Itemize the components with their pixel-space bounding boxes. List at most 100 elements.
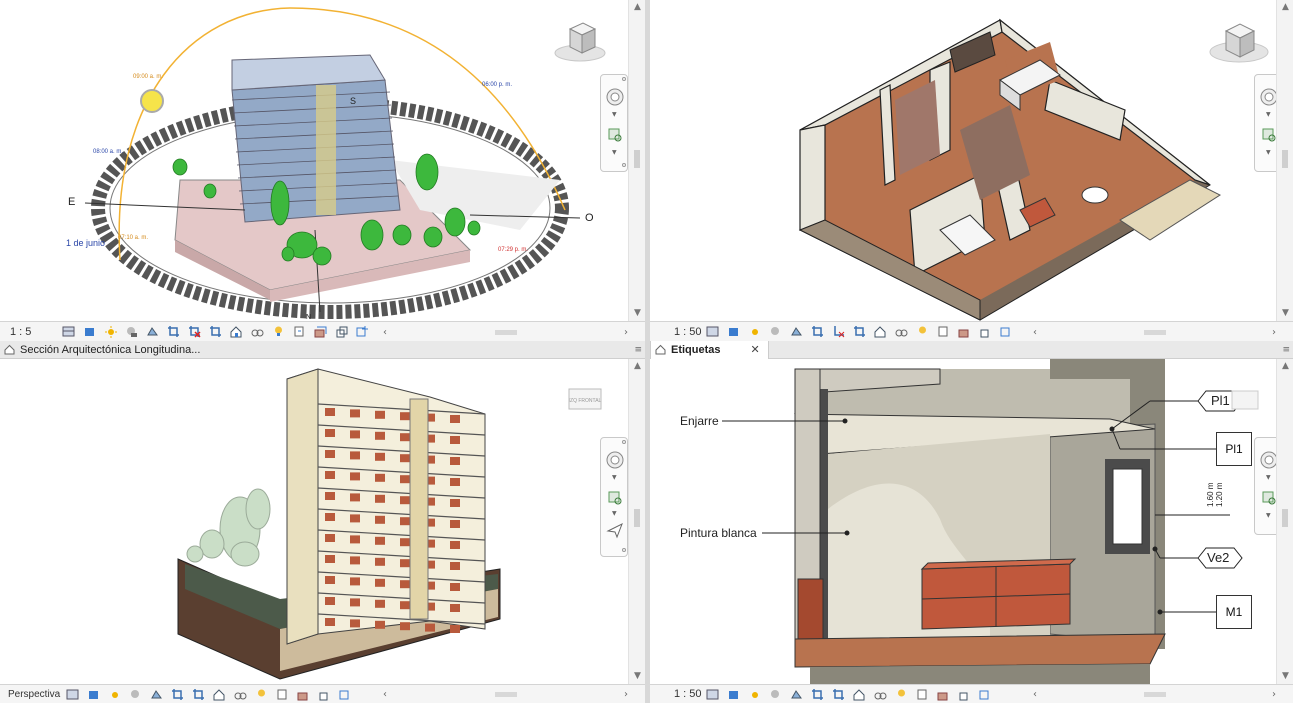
horizontal-scrollbar-top-right[interactable]: ‹ › [1033,325,1276,339]
hide-crop-icon[interactable] [832,325,845,338]
vertical-scrollbar-bottom-right[interactable]: ▲ ▼ [1276,359,1293,684]
visual-style-icon[interactable] [727,325,740,338]
crop-icon[interactable] [811,688,824,701]
analysis-icon[interactable] [314,325,327,338]
hide-crop-icon[interactable] [832,688,845,701]
navigation-bar[interactable]: ▼ ▼ [600,437,628,557]
temp-hide-icon[interactable] [209,325,222,338]
highlight-icon[interactable] [916,688,929,701]
vertical-scrollbar-top-right[interactable]: ▲ ▼ [1276,0,1293,321]
lightbulb-icon[interactable] [255,688,268,701]
horizontal-scrollbar-bottom-right[interactable]: ‹ › [1033,687,1276,701]
reveal-icon[interactable] [213,688,226,701]
shadows-icon[interactable] [129,688,142,701]
shadows-icon[interactable] [769,688,782,701]
tag-m1[interactable]: M1 [1216,595,1252,629]
viewport-top-left[interactable]: 09:00 a. m. 08:00 a. m. 07:10 a. m. 06:0… [0,0,645,321]
viewport-bottom-right[interactable]: Enjarre Pintura blanca Pl1 Pl1 Ve2 M1 1.… [650,359,1276,684]
render-icon[interactable] [146,325,159,338]
steering-wheel-icon[interactable] [605,87,625,107]
view-scale[interactable]: Perspectiva [0,689,66,700]
highlight-icon[interactable] [937,325,950,338]
render-icon[interactable] [150,688,163,701]
crop-icon[interactable] [811,325,824,338]
steering-wheel-icon[interactable] [1259,450,1276,470]
shadows-icon[interactable] [125,325,138,338]
worksharing-icon[interactable] [874,688,887,701]
crop-icon[interactable] [167,325,180,338]
tab-seccion[interactable]: Sección Arquitectónica Longitudina... [0,341,208,359]
sun-path-icon[interactable] [748,688,761,701]
lightbulb-icon[interactable] [272,325,285,338]
visual-style-icon[interactable] [727,688,740,701]
view-scale[interactable]: 1 : 50 [650,688,706,700]
detail-level-icon[interactable] [62,325,75,338]
visual-style-icon[interactable] [83,325,96,338]
analysis-icon[interactable] [958,325,971,338]
sun-path-icon[interactable] [748,325,761,338]
tab-close-icon[interactable]: ✕ [751,343,760,356]
visual-style-icon[interactable] [87,688,100,701]
zoom-region-icon[interactable] [605,125,625,145]
reveal-icon[interactable] [874,325,887,338]
reveal-icon[interactable] [230,325,243,338]
sun-path-icon[interactable] [104,325,117,338]
viewport-top-right[interactable]: ▼ ▼ [650,0,1293,321]
steering-wheel-icon[interactable] [605,450,625,470]
tab-menu-icon[interactable]: ≡ [634,345,642,355]
view-scale[interactable]: 1 : 50 [650,326,706,338]
3d-lock-icon[interactable] [318,688,331,701]
temp-hide-icon[interactable] [853,325,866,338]
furniture-mark [325,408,335,416]
furniture-mark [450,604,460,612]
reveal-icon[interactable] [853,688,866,701]
furniture-mark [325,534,335,542]
viewcube-icon[interactable]: IZQ FRONTAL [557,383,615,419]
view-properties-icon[interactable] [356,325,369,338]
analysis-icon[interactable] [297,688,310,701]
3d-lock-icon[interactable] [335,325,348,338]
shadows-icon[interactable] [769,325,782,338]
analysis-icon[interactable] [937,688,950,701]
horizontal-scrollbar-bottom-left[interactable]: ‹ › [383,687,628,701]
furniture-mark [400,559,410,568]
highlight-icon[interactable] [293,325,306,338]
navigation-bar[interactable]: ▼ ▼ [600,74,628,172]
view-properties-icon[interactable] [339,688,352,701]
3d-lock-icon[interactable] [958,688,971,701]
detail-level-icon[interactable] [706,688,719,701]
fly-icon[interactable] [605,520,625,540]
vertical-scrollbar-bottom-left[interactable]: ▲ ▼ [628,359,645,684]
detail-level-icon[interactable] [706,325,719,338]
tab-menu-icon[interactable]: ≡ [1282,345,1290,355]
view-scale[interactable]: 1 : 5 [0,326,62,338]
navigation-bar[interactable]: ▼ ▼ [1254,437,1276,535]
viewcube-icon[interactable] [553,15,608,65]
tag-ve2[interactable]: Ve2 [1207,550,1229,565]
lightbulb-icon[interactable] [895,688,908,701]
detail-level-icon[interactable] [66,688,79,701]
view-properties-icon[interactable] [979,688,992,701]
tag-pl1-box[interactable]: Pl1 [1216,432,1252,466]
sun-path-icon[interactable] [108,688,121,701]
horizontal-scrollbar-top-left[interactable]: ‹ › [383,325,628,339]
viewport-bottom-left[interactable]: IZQ FRONTAL ▼ ▼ [0,359,628,684]
hide-crop-icon[interactable] [192,688,205,701]
render-icon[interactable] [790,325,803,338]
zoom-region-icon[interactable] [1259,488,1276,508]
worksharing-icon[interactable] [895,325,908,338]
viewcube-icon[interactable] [1226,387,1266,417]
view-properties-icon[interactable] [1000,325,1013,338]
render-icon[interactable] [790,688,803,701]
worksharing-icon[interactable] [251,325,264,338]
worksharing-icon[interactable] [234,688,247,701]
3d-lock-icon[interactable] [979,325,992,338]
tab-etiquetas[interactable]: Etiquetas ✕ [650,340,769,359]
viewcube-icon[interactable] [1208,15,1270,67]
vertical-scrollbar-top-left[interactable]: ▲ ▼ [628,0,645,321]
zoom-region-icon[interactable] [605,488,625,508]
highlight-icon[interactable] [276,688,289,701]
lightbulb-icon[interactable] [916,325,929,338]
crop-icon[interactable] [171,688,184,701]
hide-crop-icon[interactable] [188,325,201,338]
